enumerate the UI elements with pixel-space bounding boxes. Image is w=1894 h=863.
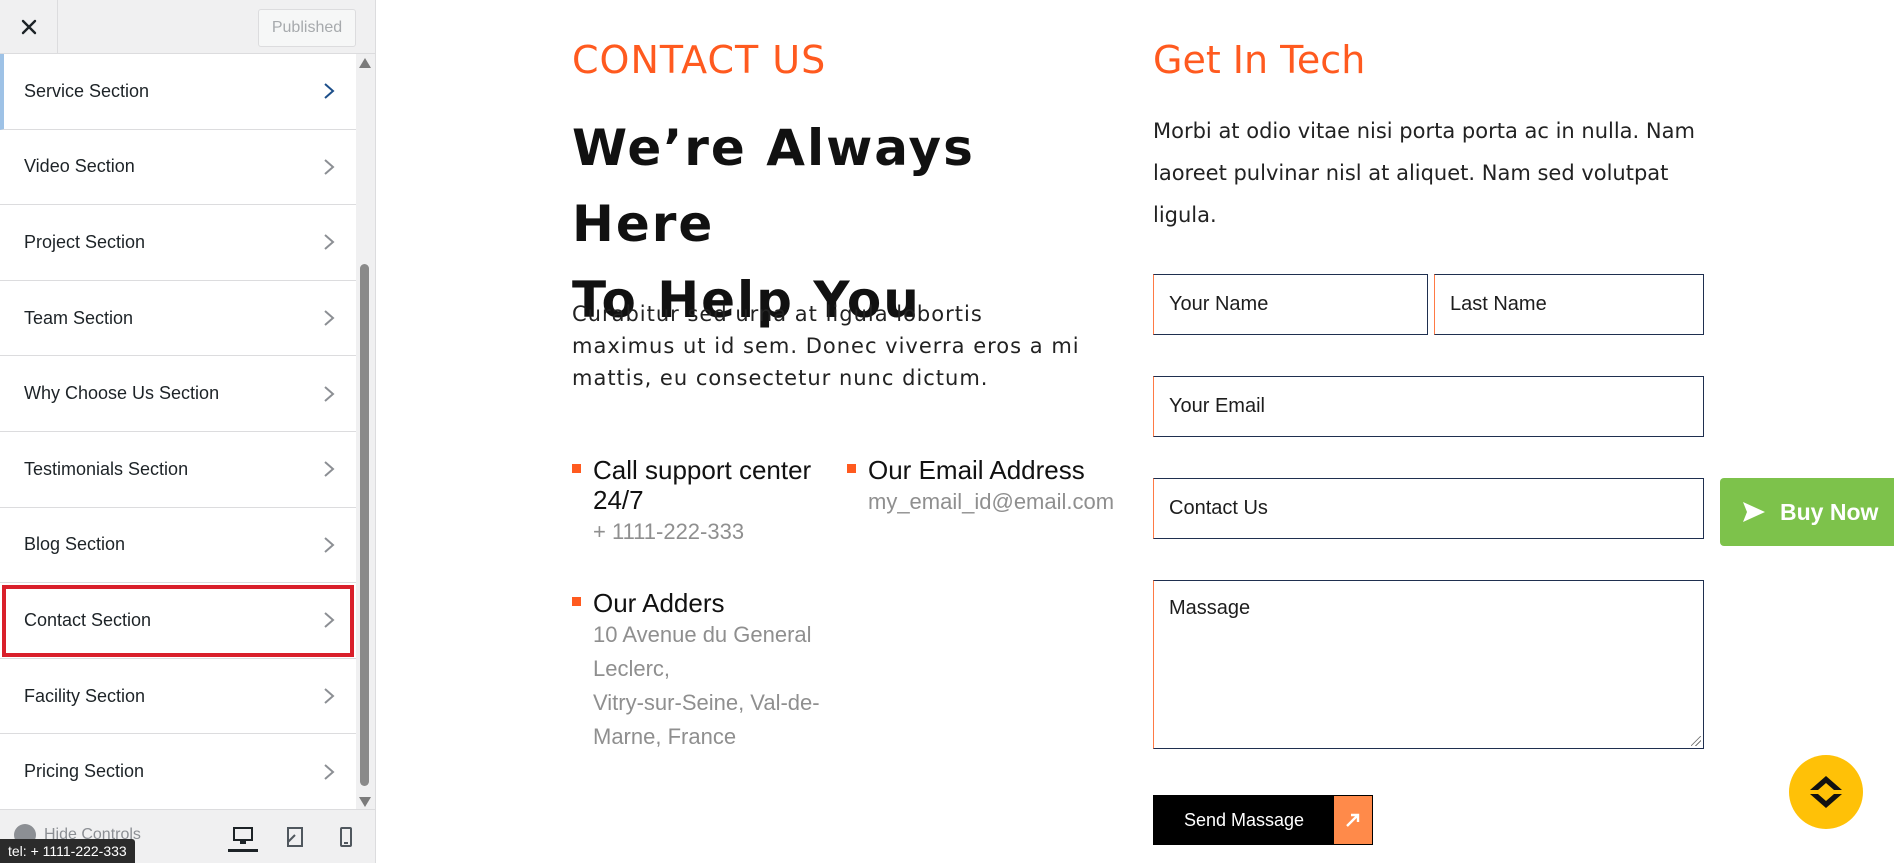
get-in-touch-line: laoreet pulvinar nisl at aliquet. Nam se… [1153, 161, 1669, 185]
sidebar-item-label: Video Section [24, 156, 135, 177]
intro-text: Curabitur sed urna at ligula lobortis ma… [572, 298, 1122, 394]
sidebar-item-team[interactable]: Team Section [0, 280, 356, 357]
sidebar-item-service[interactable]: Service Section [0, 54, 356, 130]
sidebar-item-facility[interactable]: Facility Section [0, 658, 356, 735]
sidebar-item-label: Service Section [24, 80, 150, 101]
sidebar-item-label: Project Section [24, 231, 146, 252]
chevron-right-icon [324, 234, 335, 251]
chevron-right-icon [324, 461, 335, 478]
intro-line: Curabitur sed urna at ligula lobortis [572, 302, 983, 326]
sidebar-item-why-choose-us[interactable]: Why Choose Us Section [0, 356, 356, 432]
email-link[interactable]: my_email_id@email.com [868, 485, 1137, 519]
sidebar-item-testimonials[interactable]: Testimonials Section [0, 431, 356, 508]
chevron-right-icon [324, 763, 335, 780]
address-line: Marne, France [593, 724, 737, 749]
customizer-sidebar: Published Service Section Video Section … [0, 0, 376, 863]
sidebar-item-label: Contact Section [24, 609, 152, 630]
bullet-icon [572, 597, 581, 606]
chevron-right-icon [324, 83, 335, 100]
address-title: Our Adders [593, 588, 725, 618]
send-arrow-icon [1743, 502, 1765, 522]
call-title-line: 24/7 [593, 485, 644, 515]
sidebar-item-video[interactable]: Video Section [0, 129, 356, 206]
sidebar-item-pricing[interactable]: Pricing Section [0, 734, 356, 809]
sidebar-item-label: Testimonials Section [24, 458, 189, 479]
mobile-preview-button[interactable] [331, 822, 361, 852]
chevron-right-icon [324, 537, 335, 553]
scroll-to-top-button[interactable] [1789, 755, 1863, 829]
send-message-button[interactable]: Send Massage [1153, 795, 1373, 845]
address-line: Vitry-sur-Seine, Val-de- [593, 690, 820, 715]
email-input[interactable]: Your Email [1153, 376, 1704, 437]
chevron-right-icon [324, 688, 335, 704]
chevron-right-icon [324, 310, 335, 326]
intro-line: mattis, eu consectetur nunc dictum. [572, 366, 989, 390]
get-in-touch-text: Morbi at odio vitae nisi porta porta ac … [1153, 110, 1713, 236]
status-tooltip: tel: + 1111-222-333 [0, 839, 135, 863]
get-in-touch-line: Morbi at odio vitae nisi porta porta ac … [1153, 119, 1695, 143]
sidebar-item-label: Blog Section [24, 534, 126, 555]
heading-line: We’re Always Here [572, 119, 975, 253]
get-in-touch-title: Get In Tech [1153, 38, 1366, 82]
contact-us-tagline: CONTACT US [572, 38, 827, 82]
double-chevron-icon [1810, 776, 1842, 808]
call-support-title: Call support center 24/7 [593, 455, 832, 515]
subject-input[interactable]: Contact Us [1153, 478, 1704, 539]
close-customizer-button[interactable] [0, 0, 58, 54]
call-support-block: Call support center 24/7 + 1111-222-333 [572, 455, 832, 549]
sidebar-item-project[interactable]: Project Section [0, 205, 356, 281]
message-placeholder: Massage [1169, 597, 1251, 619]
sidebar-scrollbar[interactable] [356, 54, 374, 809]
first-name-input[interactable]: Your Name [1153, 274, 1428, 335]
email-block: Our Email Address my_email_id@email.com [847, 455, 1137, 519]
sidebar-item-blog[interactable]: Blog Section [0, 507, 356, 584]
close-icon [21, 19, 36, 35]
sidebar-item-label: Team Section [24, 307, 134, 328]
scrollbar-thumb[interactable] [360, 264, 369, 786]
tablet-preview-button[interactable] [280, 822, 310, 852]
last-name-input[interactable]: Last Name [1434, 274, 1704, 335]
bullet-icon [572, 464, 581, 473]
address-block: Our Adders 10 Avenue du General Leclerc,… [572, 588, 852, 754]
sidebar-item-contact[interactable]: Contact Section [0, 583, 356, 659]
message-textarea[interactable]: Massage [1153, 580, 1704, 749]
sidebar-item-label: Pricing Section [24, 761, 145, 782]
sidebar-item-label: Facility Section [24, 685, 146, 706]
arrow-up-right-icon [1334, 796, 1372, 844]
buy-now-label: Buy Now [1780, 498, 1879, 525]
bullet-icon [847, 464, 856, 473]
intro-line: maximus ut id sem. Donec viverra eros a … [572, 334, 1080, 358]
resize-handle-icon[interactable] [1691, 736, 1701, 746]
get-in-touch-line: ligula. [1153, 203, 1217, 227]
email-title: Our Email Address [868, 455, 1085, 485]
chevron-right-icon [324, 159, 335, 175]
send-message-label: Send Massage [1183, 809, 1305, 830]
scroll-down-arrow-icon[interactable] [359, 797, 371, 807]
phone-link[interactable]: + 1111-222-333 [593, 515, 832, 549]
desktop-preview-button[interactable] [228, 822, 258, 852]
sidebar-item-label: Why Choose Us Section [24, 383, 220, 404]
tablet-icon [287, 827, 303, 847]
address-line: 10 Avenue du General [593, 622, 812, 647]
chevron-right-icon [324, 385, 335, 402]
section-list: Service Section Video Section Project Se… [0, 54, 356, 809]
buy-now-button[interactable]: Buy Now [1720, 478, 1894, 546]
desktop-icon [233, 826, 253, 844]
sidebar-header: Published [0, 0, 375, 54]
chevron-right-icon [324, 612, 335, 629]
scroll-up-arrow-icon[interactable] [359, 58, 371, 68]
call-title-line: Call support center [593, 455, 812, 485]
address-line: Leclerc, [593, 656, 671, 681]
mobile-icon [340, 827, 352, 847]
published-button[interactable]: Published [258, 9, 356, 47]
